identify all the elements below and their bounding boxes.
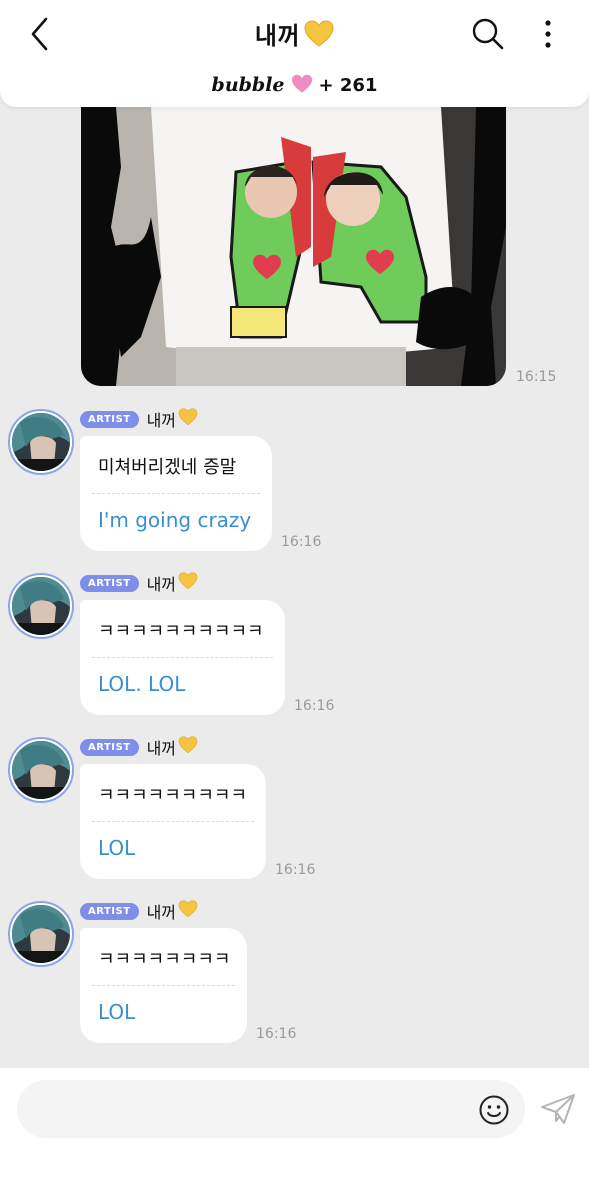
message-bubble[interactable]: ㅋㅋㅋㅋㅋㅋㅋㅋㅋ LOL (80, 764, 266, 879)
artist-badge: ARTIST (80, 902, 139, 920)
artist-avatar[interactable] (8, 573, 74, 639)
translated-text: LOL. LOL (98, 672, 186, 696)
photo-message[interactable] (81, 107, 506, 386)
original-text: ㅋㅋㅋㅋㅋㅋㅋㅋ (98, 949, 231, 970)
sender-name: 내꺼 (146, 903, 177, 922)
yellow-heart-icon (178, 900, 198, 922)
sender-name: 내꺼 (146, 575, 177, 594)
more-options-button[interactable] (536, 16, 560, 52)
subscriber-info: bubble + 261 (0, 74, 589, 99)
avatar-image (12, 577, 70, 635)
artist-avatar[interactable] (8, 409, 74, 475)
photo-thumbnail (81, 107, 506, 386)
sender-name: 내꺼 (146, 411, 177, 430)
message-input-bar (0, 1068, 589, 1200)
chat-header: 내꺼 bubble + 261 (0, 0, 589, 107)
smiley-icon (479, 1095, 509, 1125)
original-text: ㅋㅋㅋㅋㅋㅋㅋㅋㅋㅋ (98, 621, 264, 642)
photo-timestamp: 16:15 (516, 369, 557, 385)
yellow-heart-icon (178, 736, 198, 758)
message-input[interactable] (17, 1080, 525, 1138)
send-button[interactable] (539, 1092, 577, 1126)
chat-title-text: 내꺼 (254, 22, 301, 50)
bubble-brand-text: bubble (211, 74, 285, 96)
emoji-button[interactable] (478, 1094, 510, 1126)
message-bubble[interactable]: 미쳐버리겠네 증말 I'm going crazy (80, 436, 272, 551)
original-text: 미쳐버리겠네 증말 (98, 457, 237, 478)
more-vertical-icon (545, 20, 551, 48)
sender-name: 내꺼 (146, 739, 177, 758)
message-timestamp: 16:16 (275, 862, 316, 878)
paper-plane-icon (541, 1094, 575, 1124)
message-timestamp: 16:16 (294, 698, 335, 714)
message-bubble[interactable]: ㅋㅋㅋㅋㅋㅋㅋㅋ LOL (80, 928, 247, 1043)
artist-badge: ARTIST (80, 574, 139, 592)
pink-heart-icon (291, 74, 313, 99)
message-bubble[interactable]: ㅋㅋㅋㅋㅋㅋㅋㅋㅋㅋ LOL. LOL (80, 600, 285, 715)
translated-text: I'm going crazy (98, 508, 252, 532)
translated-text: LOL (98, 1000, 136, 1024)
search-button[interactable] (470, 16, 506, 52)
artist-badge: ARTIST (80, 410, 139, 428)
original-text: ㅋㅋㅋㅋㅋㅋㅋㅋㅋ (98, 785, 248, 806)
artist-badge: ARTIST (80, 738, 139, 756)
message-timestamp: 16:16 (281, 534, 322, 550)
subscriber-count: + 261 (318, 75, 378, 96)
translated-text: LOL (98, 836, 136, 860)
sender-row: ARTIST 내꺼 (80, 736, 198, 758)
message-timestamp: 16:16 (256, 1026, 297, 1042)
sender-row: ARTIST 내꺼 (80, 408, 198, 430)
yellow-heart-icon (178, 408, 198, 430)
artist-avatar[interactable] (8, 901, 74, 967)
artist-avatar[interactable] (8, 737, 74, 803)
avatar-image (12, 741, 70, 799)
avatar-image (12, 413, 70, 471)
sender-row: ARTIST 내꺼 (80, 572, 198, 594)
avatar-image (12, 905, 70, 963)
sender-row: ARTIST 내꺼 (80, 900, 198, 922)
yellow-heart-icon (178, 572, 198, 594)
search-icon (472, 18, 504, 50)
yellow-heart-icon (304, 20, 334, 52)
